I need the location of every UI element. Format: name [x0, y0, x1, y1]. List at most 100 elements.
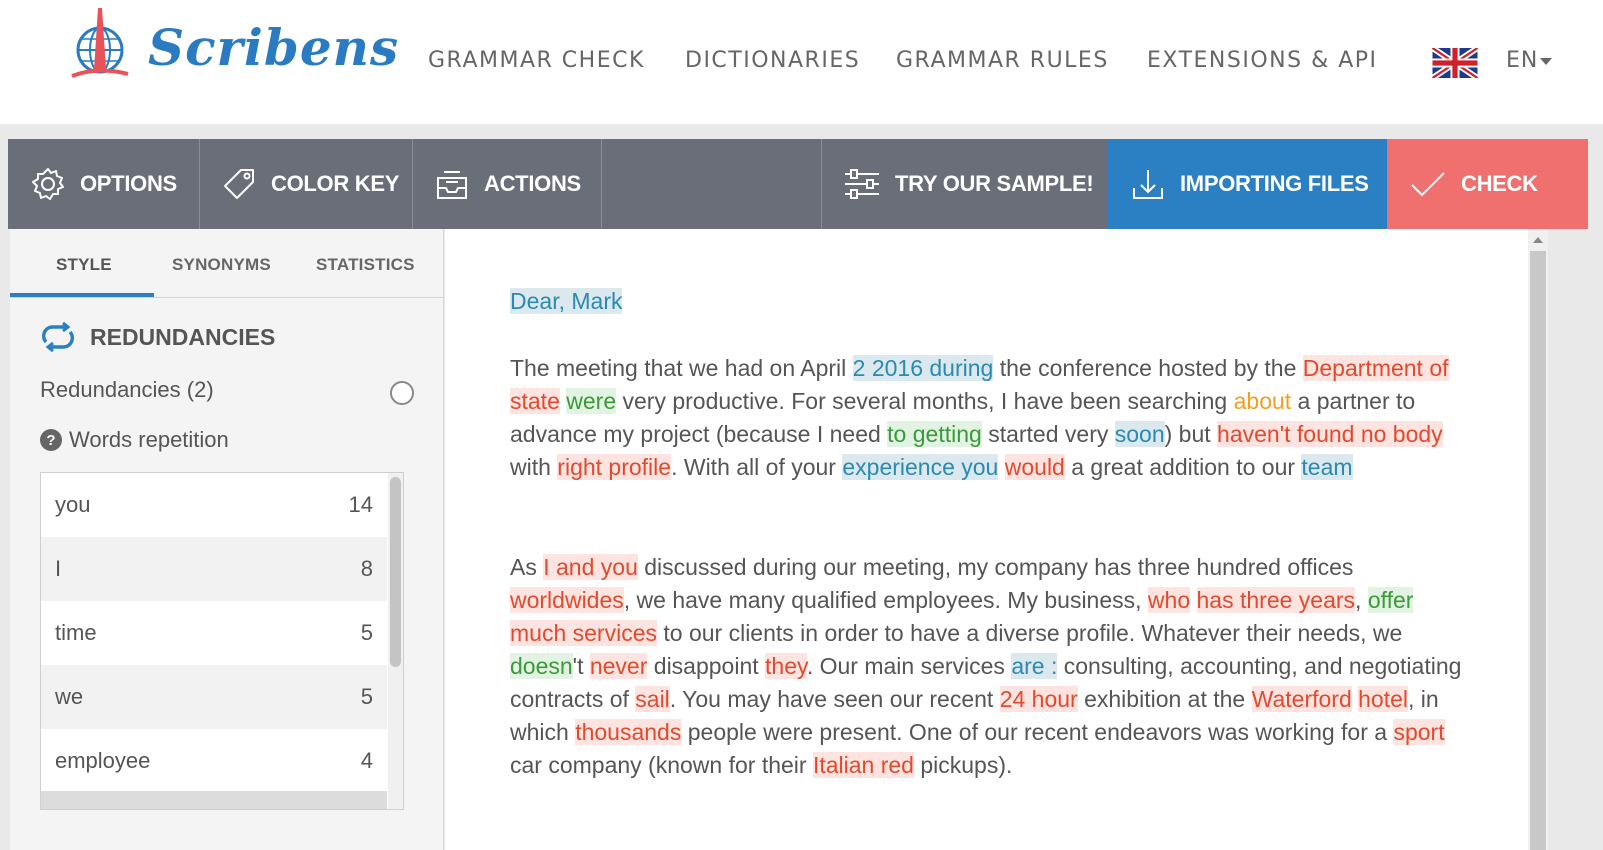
count: 8 — [360, 556, 373, 581]
count: 5 — [360, 620, 373, 645]
check-button[interactable]: CHECK — [1387, 139, 1588, 229]
options-button[interactable]: OPTIONS — [30, 139, 198, 229]
word: employee — [55, 748, 151, 773]
word: we — [55, 684, 84, 709]
options-label: OPTIONS — [80, 171, 177, 196]
globe-logo-icon — [71, 8, 129, 78]
checkmark-icon — [1411, 172, 1445, 197]
divider — [199, 139, 200, 229]
error-highlight[interactable]: much services — [510, 620, 657, 646]
scribens-logo[interactable]: Scribens — [68, 6, 398, 84]
actions-label: ACTIONS — [484, 171, 581, 196]
error-highlight[interactable]: has three years — [1196, 587, 1356, 613]
redundancies-label: Redundancies (2) — [40, 377, 214, 402]
error-highlight[interactable]: they — [765, 653, 807, 679]
tab-style[interactable]: STYLE — [56, 255, 112, 275]
style-highlight[interactable]: Dear, Mark — [510, 288, 623, 314]
importing-files-label: IMPORTING FILES — [1180, 171, 1369, 196]
preposition-highlight[interactable]: about — [1234, 388, 1292, 414]
count: 5 — [360, 684, 373, 709]
list-item[interactable]: time 5 — [41, 601, 387, 665]
list-scrollbar[interactable] — [388, 473, 403, 809]
divider — [601, 139, 602, 229]
nav-dictionaries[interactable]: DICTIONARIES — [685, 48, 860, 73]
word: I — [55, 556, 62, 581]
section-title-label: REDUNDANCIES — [90, 323, 276, 350]
list-item[interactable]: we 5 — [41, 665, 387, 729]
grammar-highlight[interactable]: to getting — [887, 421, 982, 447]
grammar-highlight[interactable]: offer — [1367, 587, 1414, 613]
color-key-button[interactable]: COLOR KEY — [221, 139, 411, 229]
side-panel-tabs: STYLE SYNONYMS STATISTICS — [10, 229, 443, 298]
error-highlight[interactable]: right profile — [557, 454, 672, 480]
nav-grammar-check[interactable]: GRAMMAR CHECK — [428, 48, 645, 73]
gear-icon — [32, 168, 64, 200]
error-highlight[interactable]: who — [1147, 587, 1191, 613]
word: time — [55, 620, 97, 645]
list-item[interactable]: you 14 — [41, 473, 387, 537]
text-editor[interactable]: Dear, Mark The meeting that we had on Ap… — [445, 229, 1528, 850]
error-highlight[interactable]: haven't found no body — [1217, 421, 1443, 447]
download-icon — [1133, 170, 1163, 199]
document-paragraph[interactable]: The meeting that we had on April 2 2016 … — [510, 352, 1470, 484]
uk-flag-icon[interactable] — [1432, 48, 1478, 78]
check-label: CHECK — [1461, 171, 1538, 196]
error-highlight[interactable]: would — [1004, 454, 1065, 480]
error-highlight[interactable]: never — [589, 653, 648, 679]
brand-name: Scribens — [148, 18, 400, 77]
editor-scrollbar-thumb[interactable] — [1530, 251, 1546, 850]
nav-grammar-rules[interactable]: GRAMMAR RULES — [896, 48, 1109, 73]
importing-files-button[interactable]: IMPORTING FILES — [1108, 139, 1387, 229]
divider — [412, 139, 413, 229]
top-header: Scribens GRAMMAR CHECK DICTIONARIES GRAM… — [0, 0, 1603, 124]
inbox-icon — [437, 171, 467, 199]
redundancies-radio[interactable] — [390, 381, 414, 405]
word: you — [55, 492, 91, 517]
error-highlight[interactable]: I and you — [543, 554, 638, 580]
try-sample-button[interactable]: TRY OUR SAMPLE! — [843, 139, 1108, 229]
document-paragraph[interactable]: As I and you discussed during our meetin… — [510, 551, 1470, 782]
nav-extensions-api[interactable]: EXTENSIONS & API — [1147, 48, 1378, 73]
repeat-icon — [41, 322, 75, 352]
section-title: REDUNDANCIES — [38, 322, 275, 352]
list-scrollbar-thumb[interactable] — [390, 477, 401, 667]
error-highlight[interactable]: sail — [635, 686, 670, 712]
tag-icon — [224, 169, 254, 199]
editor-scrollbar[interactable] — [1528, 229, 1548, 850]
color-key-label: COLOR KEY — [271, 171, 400, 196]
error-highlight[interactable]: hotel — [1358, 686, 1408, 712]
tab-synonyms[interactable]: SYNONYMS — [172, 255, 271, 275]
error-highlight[interactable]: Waterford — [1251, 686, 1352, 712]
error-highlight[interactable]: 24 hour — [999, 686, 1078, 712]
style-side-panel: STYLE SYNONYMS STATISTICS REDUNDANCIES R… — [10, 229, 444, 850]
list-item[interactable]: employee 4 — [41, 729, 387, 793]
grammar-highlight[interactable]: doesn — [510, 653, 573, 679]
help-icon[interactable]: ? — [40, 429, 62, 451]
error-highlight[interactable]: worldwides — [510, 587, 624, 613]
grammar-highlight[interactable]: were — [566, 388, 617, 414]
style-highlight[interactable]: are : — [1011, 653, 1058, 679]
editor-toolbar: OPTIONS COLOR KEY ACTIONS TRY OUR SAMPLE… — [8, 139, 1588, 229]
count: 14 — [348, 492, 373, 517]
error-highlight[interactable]: Italian red — [812, 752, 914, 778]
language-selector[interactable]: EN — [1506, 48, 1538, 73]
list-item[interactable]: I 8 — [41, 537, 387, 601]
divider — [821, 139, 822, 229]
scroll-up-arrow-icon[interactable] — [1533, 237, 1543, 243]
style-highlight[interactable]: 2 2016 during — [852, 355, 994, 381]
actions-button[interactable]: ACTIONS — [434, 139, 600, 229]
chevron-down-icon[interactable] — [1540, 58, 1552, 65]
word-repetition-list[interactable]: you 14 I 8 time 5 we 5 employee 4 — [40, 472, 404, 810]
tab-statistics[interactable]: STATISTICS — [316, 255, 415, 275]
list-footer — [41, 791, 387, 809]
words-repetition-row: ? Words repetition — [40, 427, 229, 453]
style-highlight[interactable]: experience you — [842, 454, 999, 480]
words-repetition-label: Words repetition — [69, 427, 229, 452]
error-highlight[interactable]: sport — [1393, 719, 1445, 745]
style-highlight[interactable]: soon — [1114, 421, 1165, 447]
style-highlight[interactable]: team — [1301, 454, 1353, 480]
document-paragraph[interactable]: Dear, Mark — [510, 285, 1470, 318]
try-sample-label: TRY OUR SAMPLE! — [895, 171, 1094, 196]
error-highlight[interactable]: thousands — [575, 719, 682, 745]
sliders-icon — [845, 169, 879, 199]
